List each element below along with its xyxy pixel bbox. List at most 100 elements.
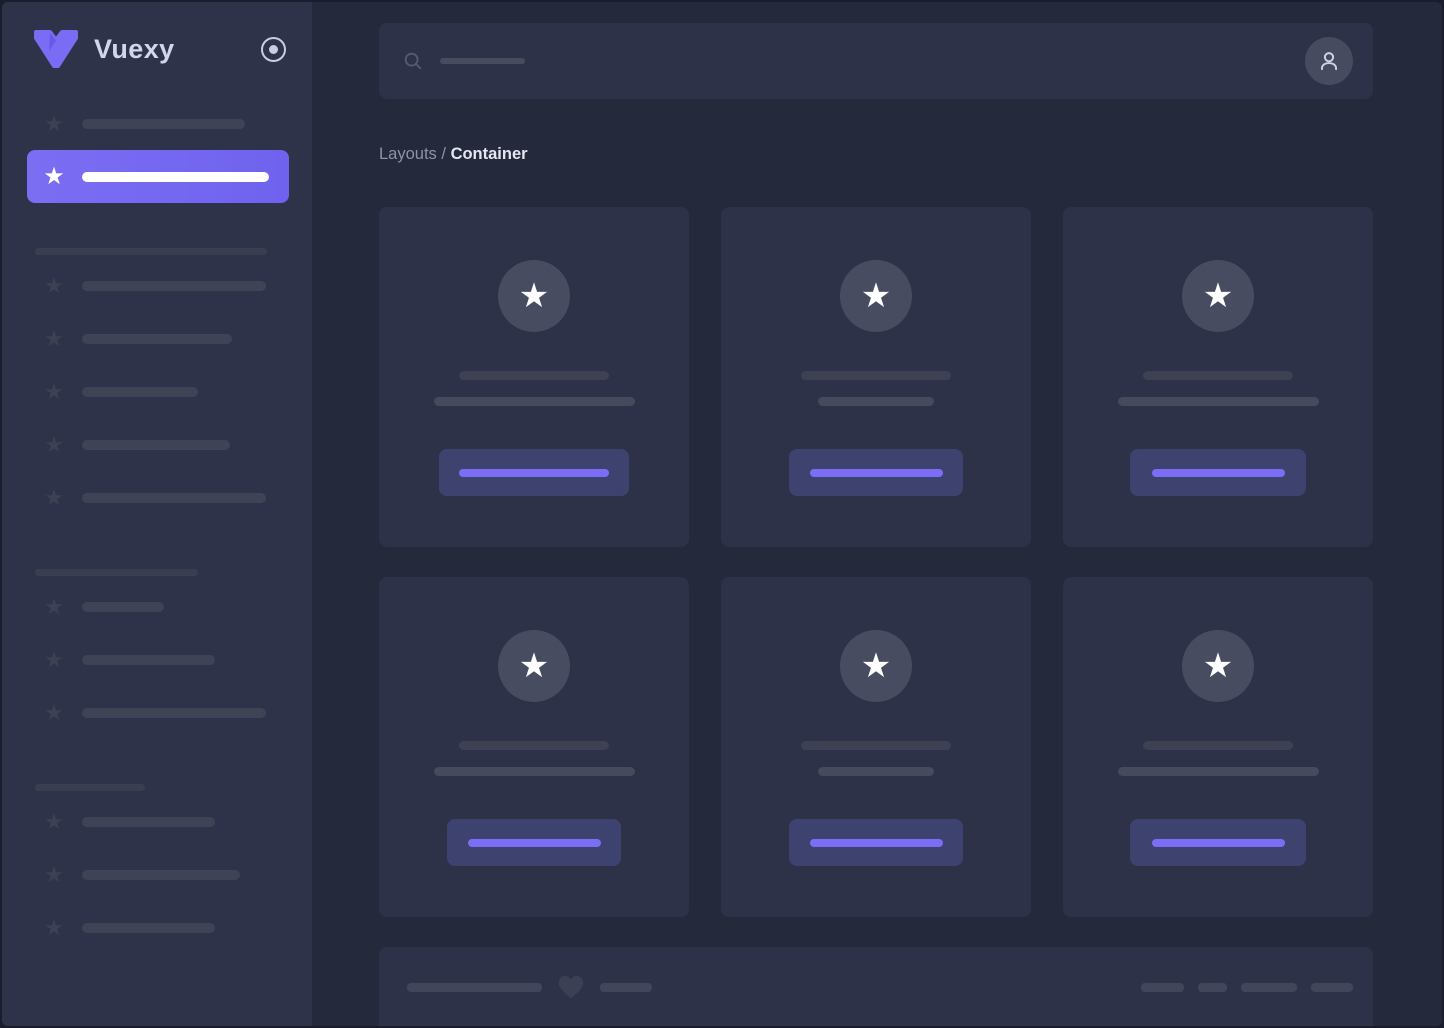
star-icon: ★ [44,593,64,619]
card-subtitle-skeleton [1117,397,1319,406]
sidebar-item[interactable]: ★ [2,795,312,848]
footer-card [379,947,1373,1026]
user-avatar[interactable] [1305,37,1353,85]
button-label-skeleton [467,838,601,847]
card-subtitle-skeleton [818,397,934,406]
menu-label-skeleton [82,439,230,450]
star-icon: ★ [44,431,64,457]
star-icon: ★ [44,646,64,672]
star-icon: ★ [44,484,64,510]
nav-pin-toggle-icon[interactable] [261,37,286,62]
menu-label-skeleton [82,280,266,291]
button-label-skeleton [809,838,943,847]
card-title-skeleton [1143,741,1293,750]
sidebar-item[interactable]: ★ [2,848,312,901]
star-icon: ★ [44,378,64,404]
footer-row [407,972,1353,1002]
sidebar-item[interactable]: ★ [2,471,312,524]
sidebar-item[interactable]: ★ [2,633,312,686]
menu-label-skeleton [82,707,266,718]
card-action-button[interactable] [789,449,963,496]
breadcrumb-parent[interactable]: Layouts [379,145,437,163]
search-bar[interactable] [379,23,1373,99]
menu-label-skeleton [82,333,232,344]
star-icon: ★ [44,272,64,298]
content-card: ★ [1063,577,1373,917]
footer-text-skeleton [600,982,652,992]
menu-section-divider [35,569,198,576]
card-subtitle-skeleton [433,767,635,776]
button-label-skeleton [1151,468,1285,477]
app-window: Vuexy ★ ★ ★ ★ ★ ★ ★ ★ ★ ★ ★ ★ ★ Layouts / Container … [0,0,1444,1028]
footer-link-skeleton[interactable] [1141,982,1184,992]
brand-title: Vuexy [94,34,175,64]
content-card: ★ [379,207,689,547]
cards-grid: ★ ★ ★ ★ ★ ★ [379,207,1373,917]
sidebar-item[interactable]: ★ [2,418,312,471]
breadcrumb: Layouts / Container [379,145,1373,164]
card-avatar: ★ [498,630,570,702]
breadcrumb-current: Container [450,145,528,163]
card-action-button[interactable] [439,449,629,496]
card-avatar: ★ [1182,260,1254,332]
card-subtitle-skeleton [818,767,934,776]
star-icon: ★ [1202,277,1234,315]
content-card: ★ [379,577,689,917]
card-title-skeleton [1143,371,1293,380]
card-title-skeleton [459,741,609,750]
menu-label-skeleton [82,922,215,933]
sidebar-item[interactable]: ★ [2,312,312,365]
sidebar-header: Vuexy [2,2,312,97]
button-label-skeleton [809,468,943,477]
star-icon: ★ [518,647,550,685]
sidebar-item[interactable]: ★ [2,580,312,633]
sidebar-item[interactable]: ★ [2,901,312,954]
star-icon: ★ [44,699,64,725]
sidebar-item[interactable]: ★ [2,365,312,418]
card-title-skeleton [801,371,951,380]
menu-label-skeleton [82,816,215,827]
footer-link-skeleton[interactable] [1198,982,1227,992]
sidebar-item-active[interactable]: ★ [27,150,289,203]
button-label-skeleton [459,468,609,477]
card-action-button[interactable] [1130,819,1306,866]
footer-text-skeleton [407,982,542,992]
menu-label-skeleton [82,601,164,612]
card-title-skeleton [459,371,609,380]
content-card: ★ [721,207,1031,547]
star-icon: ★ [860,647,892,685]
star-icon: ★ [44,110,64,136]
footer-link-skeleton[interactable] [1241,982,1297,992]
content-card: ★ [1063,207,1373,547]
button-label-skeleton [1151,838,1285,847]
menu-label-skeleton [82,386,198,397]
footer-link-skeleton[interactable] [1311,982,1353,992]
card-title-skeleton [801,741,951,750]
star-icon: ★ [1202,647,1234,685]
sidebar-item[interactable]: ★ [2,97,312,150]
sidebar-item[interactable]: ★ [2,686,312,739]
card-avatar: ★ [840,630,912,702]
heart-icon[interactable] [556,972,586,1002]
menu-label-skeleton [82,654,215,665]
menu-section-divider [35,784,145,791]
star-icon: ★ [44,914,64,940]
footer-links [1141,982,1353,992]
card-subtitle-skeleton [1117,767,1319,776]
card-action-button[interactable] [1130,449,1306,496]
sidebar-item[interactable]: ★ [2,259,312,312]
card-avatar: ★ [1182,630,1254,702]
person-icon [1320,52,1338,71]
vuexy-logo-icon [32,29,80,70]
card-action-button[interactable] [789,819,963,866]
main-content: Layouts / Container ★ ★ ★ ★ ★ ★ [312,2,1442,1026]
star-icon: ★ [860,277,892,315]
card-avatar: ★ [840,260,912,332]
card-avatar: ★ [498,260,570,332]
star-icon: ★ [518,277,550,315]
menu-label-skeleton [82,171,269,182]
menu-label-skeleton [82,869,240,880]
card-action-button[interactable] [447,819,621,866]
breadcrumb-separator: / [436,145,451,163]
search-icon [404,52,422,70]
